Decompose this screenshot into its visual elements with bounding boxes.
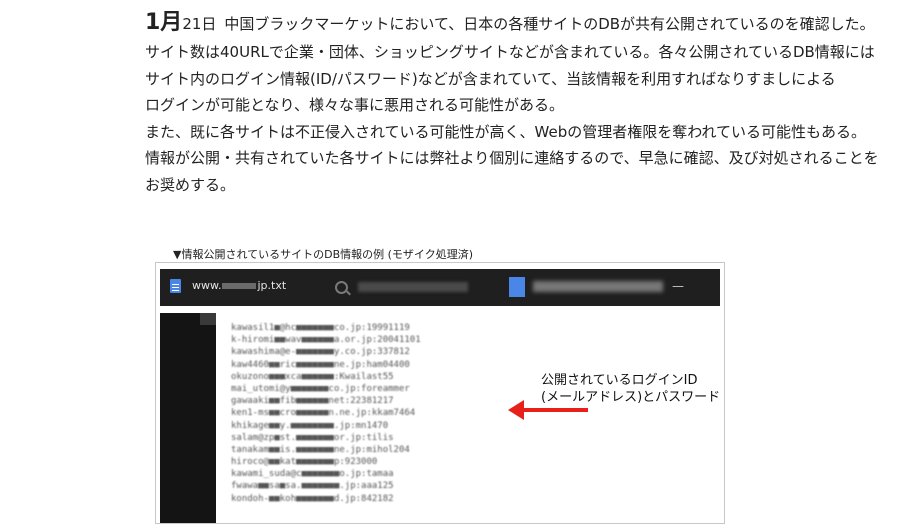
list-item: kaw4460■■ric■■■■■■■ne.jp:ham04400 <box>231 359 410 370</box>
list-item: tanakam■■is.■■■■■■■ne.jp:mihol204 <box>231 444 410 455</box>
date-headline: 1月21日 中国ブラックマーケットにおいて、日本の各種サイトのDBが共有公開されて… <box>145 8 885 39</box>
red-arrow-icon <box>508 400 588 420</box>
file-name-prefix: www. <box>192 279 222 292</box>
viewer-left-panel <box>160 313 216 523</box>
blurred-search-text <box>358 282 468 292</box>
list-item: khikage■■y.■■■■■■■■.jp:mn1470 <box>231 420 389 431</box>
search-icon <box>335 281 348 294</box>
list-item: gawaaki■■fib■■■■■■net:22381217 <box>231 396 394 407</box>
para-line-5: 情報が公開・共有されていた各サイトには弊社より個別に連絡するので、早急に確認、及… <box>145 149 879 167</box>
list-item: kawasil1■@hc■■■■■■■co.jp:19991119 <box>231 323 410 333</box>
credential-list: kawasil1■@hc■■■■■■■co.jp:19991119 k-hiro… <box>231 322 491 505</box>
headline-text: 中国ブラックマーケットにおいて、日本の各種サイトのDBが共有公開されているのを確… <box>224 15 875 33</box>
list-item: hiroco@■■kat■■■■■■■p:923000 <box>231 457 378 468</box>
document-icon <box>170 279 181 293</box>
dash-icon: — <box>672 279 684 293</box>
para-line-2: サイト内のログイン情報(ID/パスワード)などが含まれていて、当該情報を利用すれ… <box>145 69 836 88</box>
blurred-title <box>533 281 663 292</box>
para-line-4: また、既に各サイトは不正侵入されている可能性が高く、Webの管理者権限を奪われて… <box>145 122 867 141</box>
list-item: salam@zp■st.■■■■■■■or.jp:tilis <box>231 432 394 443</box>
mosaic-block <box>222 283 257 289</box>
para-line-3: ログインが可能となり、様々な事に悪用される可能性がある。 <box>145 96 564 114</box>
file-name: www. jp.txt <box>192 279 286 292</box>
figure-caption: ▼情報公開されているサイトのDB情報の例 (モザイク処理済) <box>173 248 474 261</box>
viewer-toolbar: www. jp.txt — <box>160 269 720 306</box>
file-name-suffix: jp.txt <box>257 279 287 292</box>
para-line-6: お奨めする。 <box>145 175 236 194</box>
list-item: mai_utomi@y■■■■■■■co.jp:foreammer <box>231 383 410 394</box>
list-item: kawashima@e-■■■■■■■y.co.jp:337812 <box>231 347 410 358</box>
date-day: 21日 <box>182 15 217 33</box>
date-month: 1月 <box>145 10 183 35</box>
list-item: kondoh-■■koh■■■■■■■d.jp:842182 <box>231 493 394 504</box>
article-text: 1月21日 中国ブラックマーケットにおいて、日本の各種サイトのDBが共有公開されて… <box>145 8 885 198</box>
list-item: okuzono■■■xca■■■■■■:Kwailast55 <box>231 371 394 382</box>
list-item: kawami_suda@c■■■■■■■o.jp:tamaa <box>231 469 394 480</box>
document-icon-secondary <box>509 277 525 297</box>
list-item: ken1-ms■■cro■■■■■■n.ne.jp:kkam7464 <box>231 408 416 419</box>
list-item: fwawa■■sa■sa.■■■■■■■.jp:aaa125 <box>231 481 394 492</box>
annotation-line-1: 公開されているログインID <box>541 373 698 388</box>
list-item: k-hiromi■■wav■■■■■■a.or.jp:20041101 <box>231 335 421 346</box>
para-line-1: サイト数は40URLで企業・団体、ショッピングサイトなどが含まれている。各々公開… <box>145 43 875 61</box>
